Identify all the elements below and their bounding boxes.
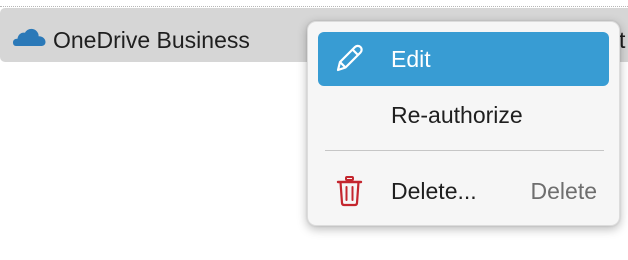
menu-item-edit[interactable]: Edit xyxy=(318,32,609,86)
context-menu: Edit Re-authorize Delete... Delete xyxy=(307,21,620,226)
menu-item-reauthorize[interactable]: Re-authorize xyxy=(318,88,609,142)
menu-item-label: Re-authorize xyxy=(391,102,523,128)
trash-icon xyxy=(336,176,363,207)
menu-item-delete[interactable]: Delete... Delete xyxy=(318,164,609,218)
menu-separator xyxy=(325,150,604,151)
menu-item-label: Delete... xyxy=(391,178,477,204)
account-name: OneDrive Business xyxy=(53,27,250,53)
menu-item-label: Edit xyxy=(391,46,431,72)
shortcut-hint: Delete xyxy=(530,178,597,204)
cloud-icon xyxy=(13,28,46,46)
window: OneDrive Business t Edit Re-authorize De… xyxy=(0,0,628,260)
pencil-icon xyxy=(336,44,363,72)
divider xyxy=(0,6,628,7)
